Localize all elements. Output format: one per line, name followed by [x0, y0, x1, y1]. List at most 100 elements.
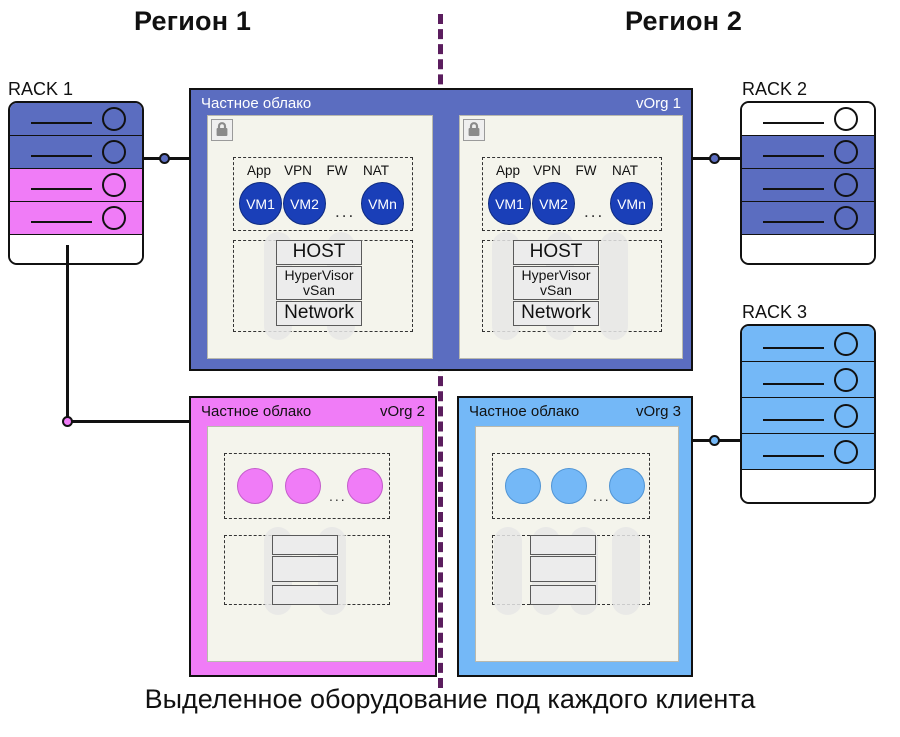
vorg3-vm-group: ...	[492, 453, 650, 519]
hypervisor-line-2: vSan	[303, 282, 335, 298]
network-box: Network	[276, 301, 362, 326]
rack-unit	[742, 136, 874, 169]
vorg2-vm-group: ...	[224, 453, 390, 519]
cloud-title: Частное облако	[201, 95, 312, 112]
rack-unit	[10, 169, 142, 202]
vm-ellipsis: ...	[584, 202, 605, 221]
service-label-app: App	[246, 163, 272, 178]
vm-ellipsis: ...	[335, 202, 356, 221]
cloud-org-label: vOrg 2	[379, 403, 425, 420]
rack-unit-led-icon	[834, 206, 859, 230]
vorg1-b-vm-group: App VPN FW NAT VM1 VM2 ... VMn	[482, 157, 662, 231]
vm-ellipsis: ...	[329, 488, 347, 504]
service-label-vpn: VPN	[284, 163, 312, 178]
rack-unit	[742, 434, 874, 470]
hypervisor-box: HyperVisor vSan	[513, 266, 599, 300]
rack-unit-bar	[763, 455, 824, 457]
connector-rack1-vorg2-horizontal	[66, 420, 191, 423]
hypervisor-box	[272, 556, 338, 582]
hypervisor-box	[530, 556, 596, 582]
cloud-title: Частное облако	[201, 403, 312, 420]
vm-node-2[interactable]	[551, 468, 587, 504]
rack-unit-bar	[31, 221, 92, 224]
lock-icon	[463, 119, 485, 141]
rack-unit-led-icon	[834, 107, 859, 131]
diagram-canvas: Регион 1 Регион 2 RACK 1 RACK 2 RACK 3 Ч…	[0, 0, 900, 737]
rack-unit-bar	[31, 155, 92, 158]
rack-3	[740, 324, 876, 504]
private-cloud-vorg3: Частное облако vOrg 3 ...	[457, 396, 693, 677]
rack-unit	[742, 103, 874, 136]
rack-1	[8, 101, 144, 265]
vorg1-panel-a: App VPN FW NAT VM1 VM2 ... VMn HOST Hype…	[207, 115, 433, 359]
connector-node	[709, 153, 720, 164]
rack-unit-led-icon	[834, 403, 859, 428]
connector-node	[709, 435, 720, 446]
vm-node-1[interactable]	[237, 468, 273, 504]
rack-1-label: RACK 1	[8, 79, 74, 99]
rack-unit	[742, 326, 874, 362]
rack-unit-led-icon	[102, 206, 127, 230]
vm-node-2[interactable]: VM2	[283, 182, 326, 225]
diagram-caption: Выделенное оборудование под каждого клие…	[144, 684, 756, 714]
vm-node-n[interactable]: VMn	[610, 182, 653, 225]
rack-2-label: RACK 2	[742, 79, 808, 99]
connector-rack1-vorg2-vertical	[66, 245, 69, 422]
network-box	[272, 585, 338, 605]
connector-node	[62, 416, 73, 427]
rack-3-label: RACK 3	[742, 302, 808, 322]
rack-base	[742, 235, 874, 263]
rack-unit-bar	[763, 122, 824, 125]
vm-node-1[interactable]: VM1	[488, 182, 531, 225]
rack-base	[10, 235, 142, 263]
service-label-fw: FW	[575, 163, 597, 178]
private-cloud-vorg2: Частное облако vOrg 2 ...	[189, 396, 437, 677]
rack-unit-led-icon	[834, 331, 859, 356]
rack-unit	[742, 169, 874, 202]
rack-unit	[10, 103, 142, 136]
rack-base	[742, 470, 874, 502]
host-pill	[494, 527, 522, 615]
rack-unit-bar	[31, 188, 92, 191]
rack-unit	[742, 202, 874, 235]
hypervisor-box: HyperVisor vSan	[276, 266, 362, 300]
vorg3-panel: ...	[475, 426, 679, 662]
rack-unit-led-icon	[102, 140, 127, 164]
hypervisor-line-1: HyperVisor	[284, 266, 354, 283]
vm-node-2[interactable]: VM2	[532, 182, 575, 225]
rack-unit-bar	[763, 221, 824, 224]
lock-icon	[211, 119, 233, 141]
rack-unit-led-icon	[102, 107, 127, 131]
rack-unit-led-icon	[834, 140, 859, 164]
rack-unit-bar	[763, 155, 824, 158]
vm-node-n[interactable]	[347, 468, 383, 504]
rack-unit-bar	[763, 347, 824, 349]
rack-unit-led-icon	[834, 173, 859, 197]
service-label-app: App	[495, 163, 521, 178]
hypervisor-line-2: vSan	[540, 282, 572, 298]
host-box	[272, 535, 338, 555]
rack-unit	[742, 398, 874, 434]
vm-node-n[interactable]: VMn	[361, 182, 404, 225]
rack-unit-led-icon	[834, 439, 859, 464]
host-pill	[612, 527, 640, 615]
vm-node-2[interactable]	[285, 468, 321, 504]
service-label-vpn: VPN	[533, 163, 561, 178]
rack-unit-bar	[763, 419, 824, 421]
cloud-title: Частное облако	[469, 403, 580, 420]
rack-unit-bar	[31, 122, 92, 125]
hypervisor-line-1: HyperVisor	[521, 266, 591, 283]
host-box: HOST	[513, 240, 599, 265]
region-1-title: Регион 1	[134, 6, 252, 36]
vm-node-1[interactable]	[505, 468, 541, 504]
network-box	[530, 585, 596, 605]
vm-node-n[interactable]	[609, 468, 645, 504]
vm-node-1[interactable]: VM1	[239, 182, 282, 225]
rack-unit	[10, 136, 142, 169]
cloud-org-label: vOrg 1	[635, 95, 681, 112]
rack-unit-bar	[763, 188, 824, 191]
service-label-nat: NAT	[612, 163, 638, 178]
vm-ellipsis: ...	[593, 488, 611, 504]
rack-unit	[742, 362, 874, 398]
network-box: Network	[513, 301, 599, 326]
